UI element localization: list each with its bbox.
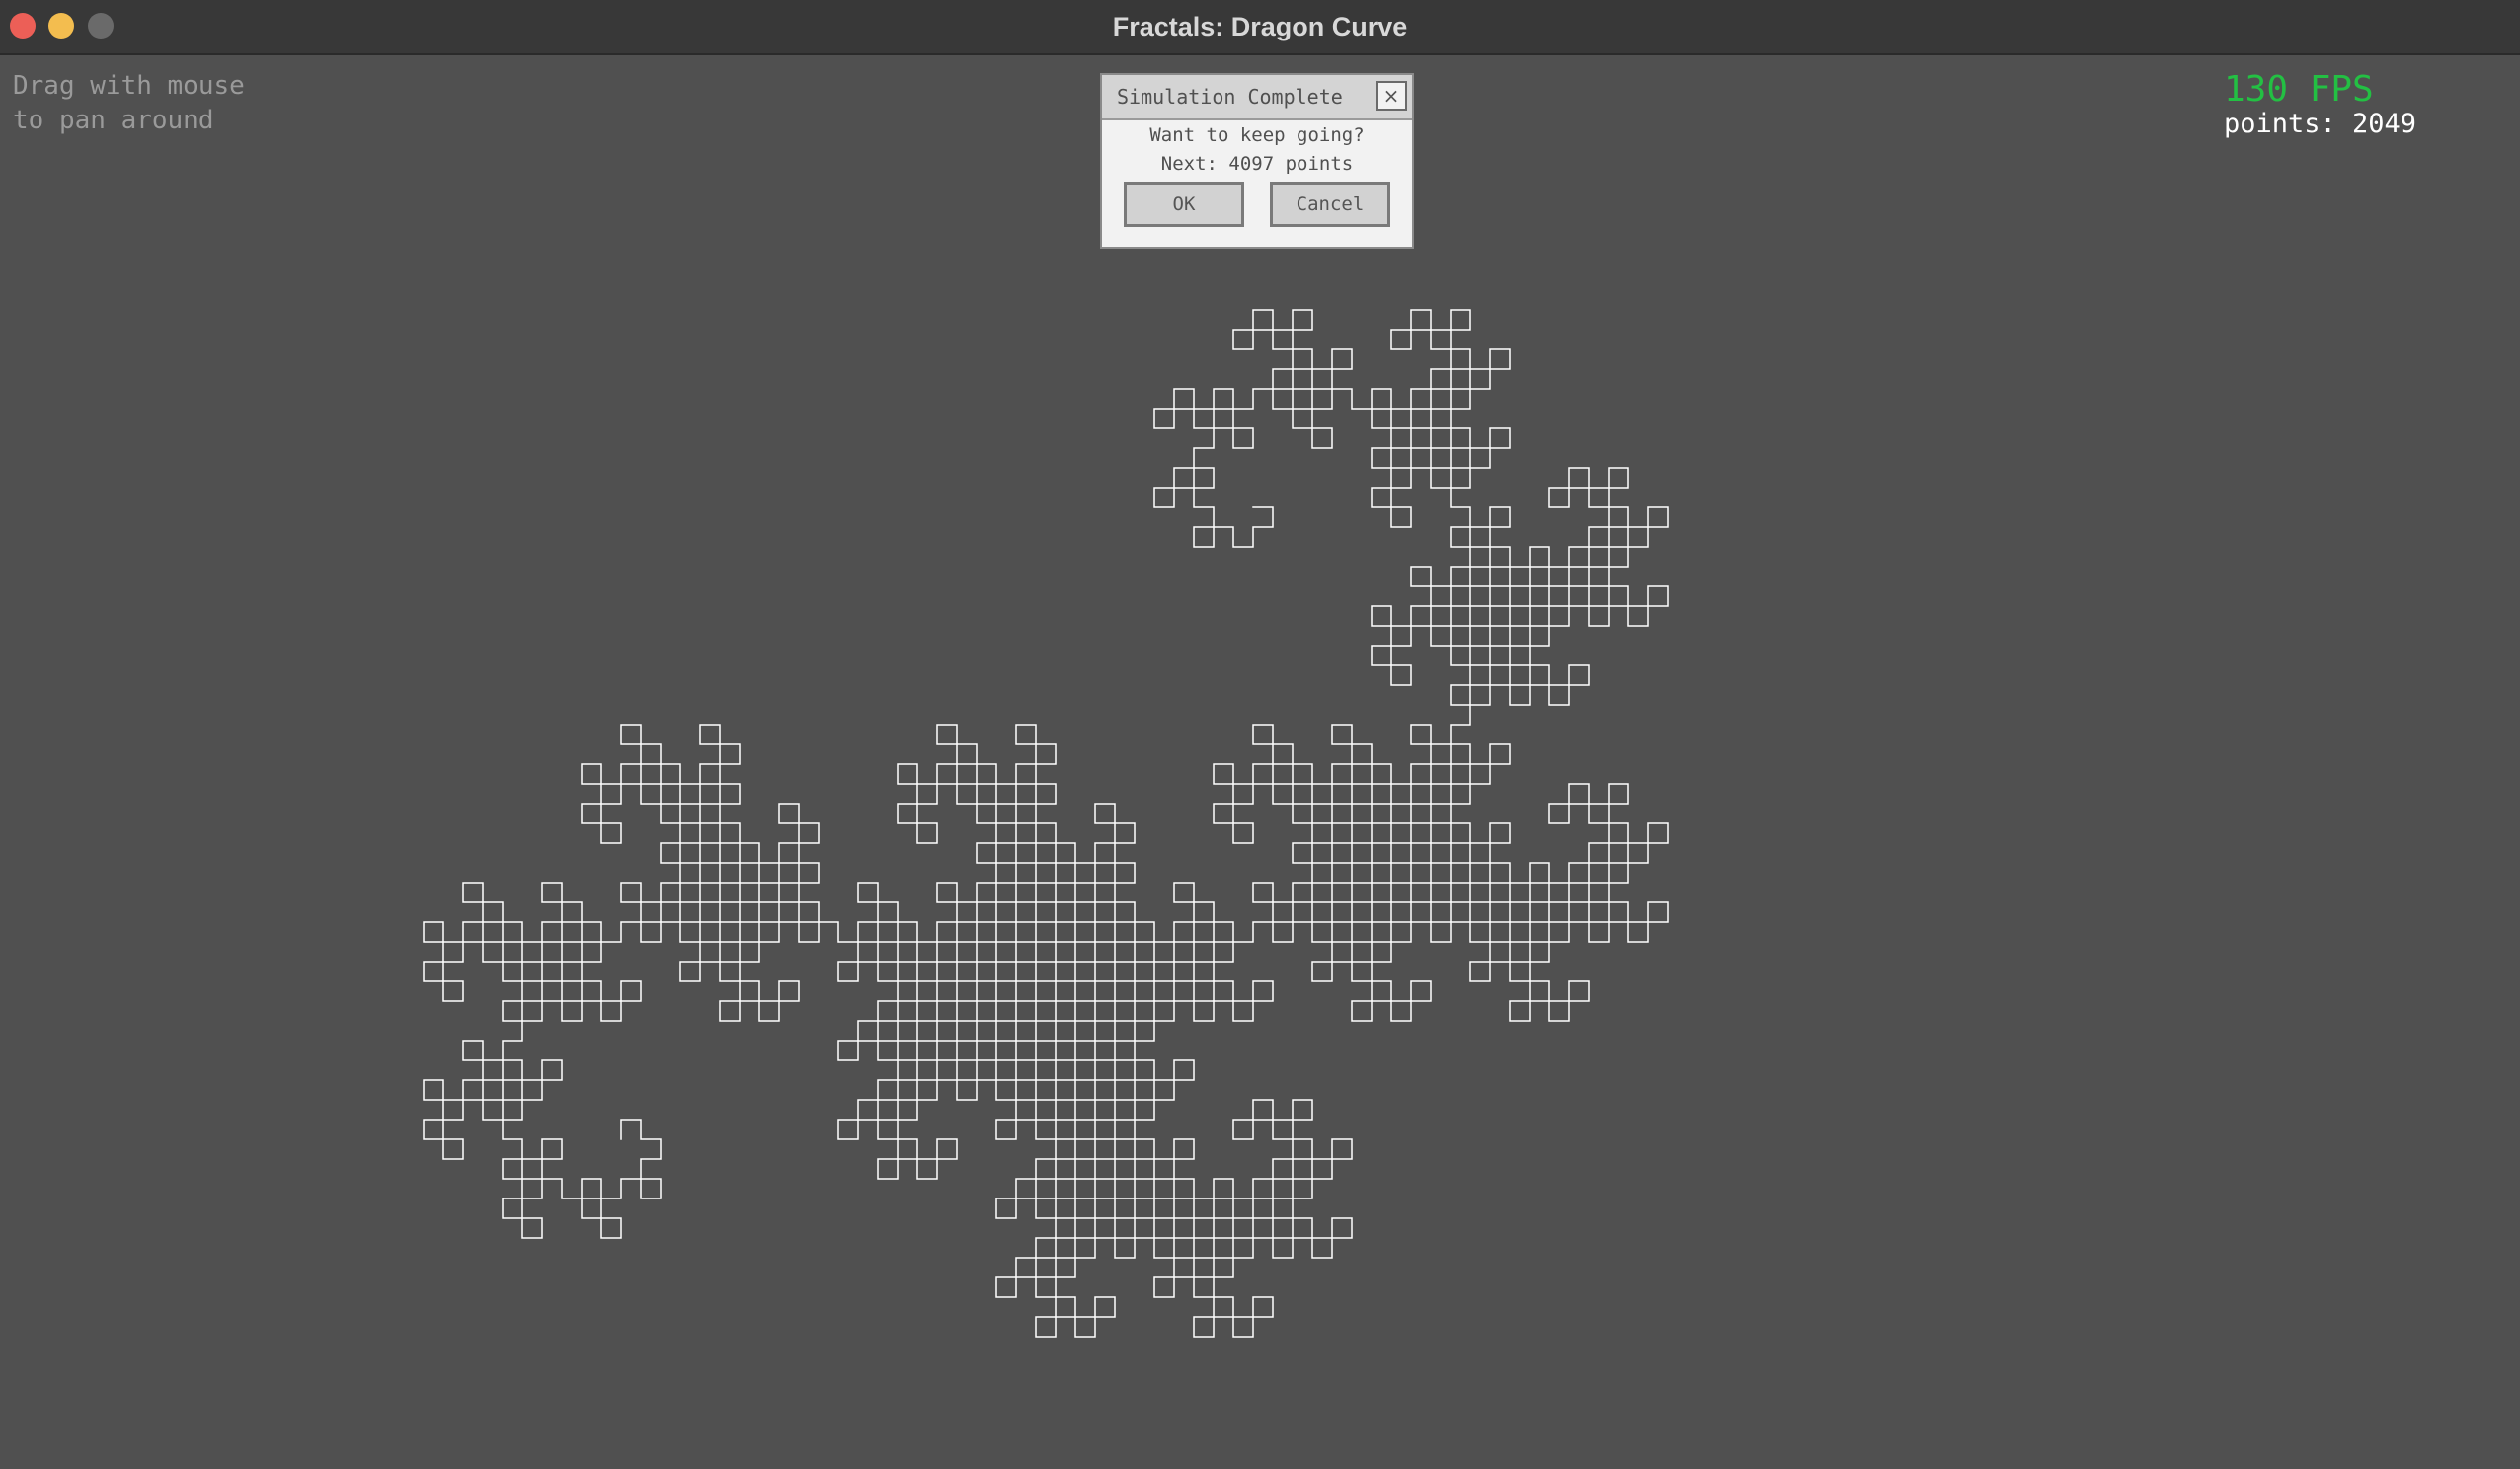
dragon-curve-drawing [423, 309, 1669, 1338]
dragon-curve-path [423, 309, 1669, 1338]
dialog-next-points: Next: 4097 points [1160, 153, 1354, 175]
points-counter: points: 2049 [2224, 109, 2417, 139]
pan-hint-text: Drag with mouse to pan around [13, 71, 245, 135]
app-window: Fractals: Dragon Curve Drag with mouse t… [0, 0, 2520, 1469]
dialog-close-button[interactable]: × [1376, 81, 1407, 111]
fractal-canvas[interactable] [0, 55, 2520, 1469]
dialog-message: Want to keep going? [1149, 124, 1365, 146]
ok-button[interactable]: OK [1124, 182, 1244, 227]
dialog-title-bar[interactable]: Simulation Complete × [1102, 75, 1412, 120]
simulation-complete-dialog: Simulation Complete × Want to keep going… [1100, 73, 1414, 249]
close-window-button[interactable] [10, 13, 36, 39]
window-title: Fractals: Dragon Curve [1112, 11, 1408, 41]
maximize-window-button[interactable] [88, 13, 114, 39]
minimize-window-button[interactable] [48, 13, 74, 39]
fps-counter: 130 FPS [2224, 69, 2374, 110]
title-bar[interactable]: Fractals: Dragon Curve [0, 0, 2520, 55]
dialog-title: Simulation Complete [1117, 85, 1343, 109]
cancel-button[interactable]: Cancel [1270, 182, 1390, 227]
